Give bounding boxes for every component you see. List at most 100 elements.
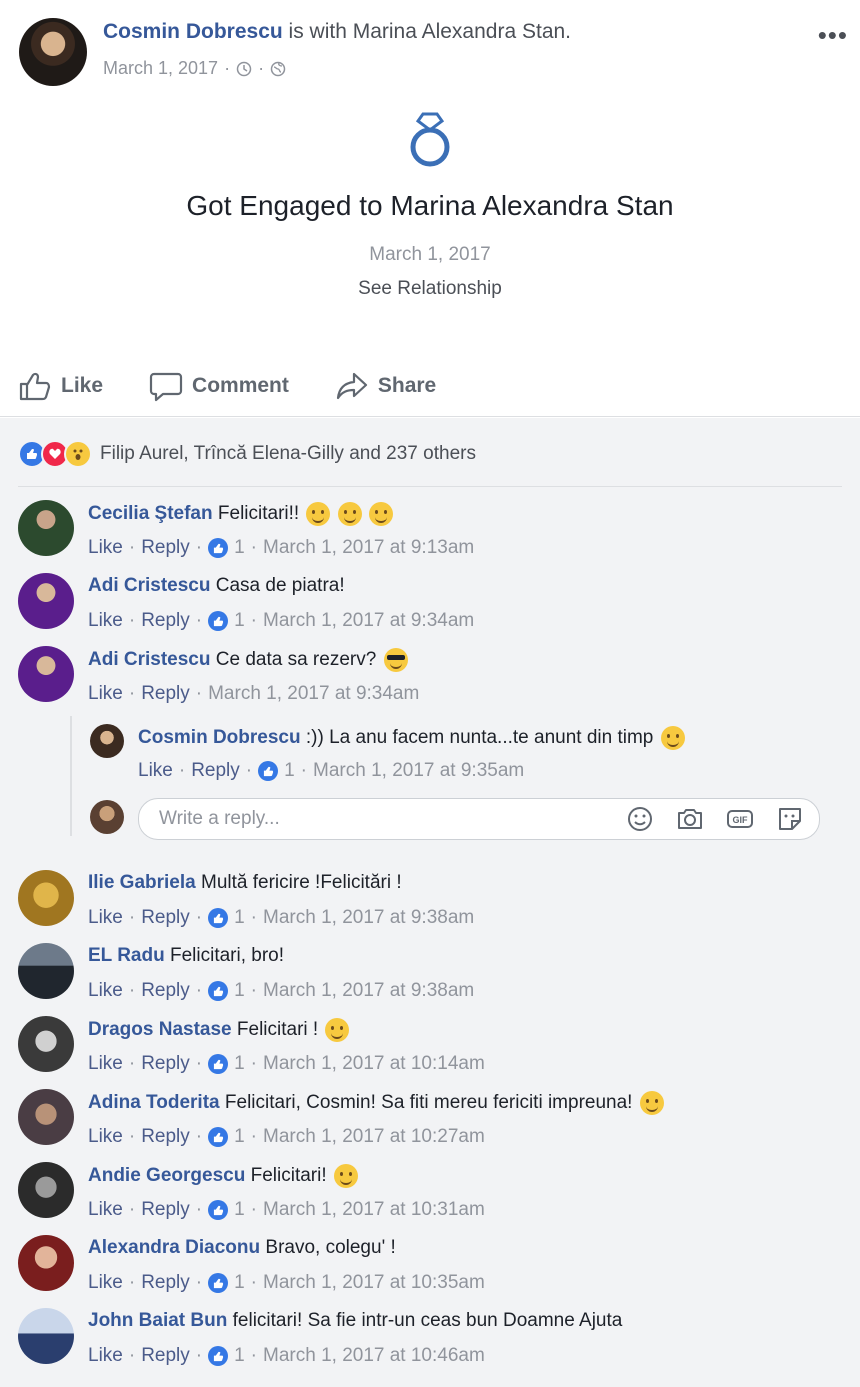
comment-like-link[interactable]: Like (88, 1053, 123, 1075)
camera-icon[interactable] (675, 805, 705, 833)
emoji-icon[interactable] (625, 805, 655, 833)
avatar[interactable] (18, 870, 74, 926)
like-count[interactable]: 1 (234, 1126, 245, 1148)
see-relationship-link[interactable]: See Relationship (358, 278, 502, 300)
comment-reply-link[interactable]: Reply (141, 1126, 190, 1148)
commenter-name[interactable]: Cecilia Ştefan (88, 503, 213, 524)
comment-reply-link[interactable]: Reply (141, 1199, 190, 1221)
comment-time[interactable]: March 1, 2017 at 9:38am (263, 980, 474, 1002)
comment-reply-link[interactable]: Reply (141, 980, 190, 1002)
like-count[interactable]: 1 (234, 537, 245, 559)
comment-text: Multă fericire !Felicitări ! (201, 872, 402, 893)
author-avatar[interactable] (19, 18, 87, 86)
with-text: is with (282, 20, 353, 43)
commenter-name[interactable]: Adina Toderita (88, 1092, 220, 1113)
comment-reply-link[interactable]: Reply (141, 537, 190, 559)
comment-time[interactable]: March 1, 2017 at 10:46am (263, 1345, 485, 1367)
avatar[interactable] (90, 724, 124, 758)
commenter-name[interactable]: Adi Cristescu (88, 649, 210, 670)
commenter-name[interactable]: Andie Georgescu (88, 1165, 245, 1186)
meta-separator: · (300, 760, 307, 781)
comment-time[interactable]: March 1, 2017 at 10:35am (263, 1272, 485, 1294)
avatar[interactable] (18, 943, 74, 999)
avatar[interactable] (18, 573, 74, 629)
comment-like-link[interactable]: Like (88, 1345, 123, 1367)
comment-reply-link[interactable]: Reply (191, 760, 240, 782)
meta-separator: · (128, 1345, 136, 1366)
clock-icon (236, 61, 252, 76)
like-count[interactable]: 1 (234, 1272, 245, 1294)
comment-time[interactable]: March 1, 2017 at 9:38am (263, 907, 474, 929)
tagged-person[interactable]: Marina Alexandra Stan. (353, 20, 571, 43)
avatar[interactable] (18, 500, 74, 556)
commenter-name[interactable]: Alexandra Diaconu (88, 1237, 260, 1258)
like-count[interactable]: 1 (234, 1199, 245, 1221)
comment-item: Adina Toderita Felicitari, Cosmin! Sa fi… (18, 1089, 858, 1159)
commenter-name[interactable]: Cosmin Dobrescu (138, 727, 301, 748)
comment-time[interactable]: March 1, 2017 at 9:34am (208, 683, 419, 705)
write-reply-input[interactable] (157, 807, 601, 831)
commenter-name[interactable]: John Baiat Bun (88, 1310, 227, 1331)
author-name[interactable]: Cosmin Dobrescu (103, 20, 283, 43)
comment-time[interactable]: March 1, 2017 at 9:34am (263, 610, 474, 632)
post-date[interactable]: March 1, 2017 (103, 58, 218, 79)
avatar[interactable] (18, 1235, 74, 1291)
like-count[interactable]: 1 (234, 1345, 245, 1367)
gif-icon[interactable]: GIF (725, 805, 755, 833)
comment-item: Cecilia Ştefan Felicitari!! Like · Reply · 1… (18, 500, 858, 570)
avatar[interactable] (18, 1308, 74, 1364)
comment-reply-link[interactable]: Reply (141, 1053, 190, 1075)
comment-time[interactable]: March 1, 2017 at 10:27am (263, 1126, 485, 1148)
comment-reply-link[interactable]: Reply (141, 1345, 190, 1367)
commenter-name[interactable]: EL Radu (88, 945, 165, 966)
comment-like-link[interactable]: Like (88, 1126, 123, 1148)
like-count[interactable]: 1 (234, 1053, 245, 1075)
like-count-icon (208, 1054, 229, 1074)
like-count[interactable]: 1 (284, 760, 295, 782)
comment-time[interactable]: March 1, 2017 at 9:35am (313, 760, 524, 782)
like-count[interactable]: 1 (234, 907, 245, 929)
more-options-icon[interactable]: ••• (818, 20, 848, 51)
like-count-icon (208, 981, 229, 1001)
comment-like-link[interactable]: Like (88, 610, 123, 632)
comment-reply-link[interactable]: Reply (141, 610, 190, 632)
svg-text:GIF: GIF (733, 815, 749, 825)
comment-reply-link[interactable]: Reply (141, 1272, 190, 1294)
comment-text: Felicitari ! (236, 1019, 319, 1041)
commenter-name[interactable]: Adi Cristescu (88, 575, 210, 596)
meta-separator: · (250, 1126, 257, 1147)
comment-time[interactable]: March 1, 2017 at 10:31am (263, 1199, 485, 1221)
comment-like-link[interactable]: Like (88, 980, 123, 1002)
like-count[interactable]: 1 (234, 980, 245, 1002)
comment-reply-link[interactable]: Reply (141, 683, 190, 705)
commenter-name[interactable]: Ilie Gabriela (88, 872, 196, 893)
avatar[interactable] (18, 1162, 74, 1218)
comment-meta: Like · Reply · 1 · March 1, 2017 at 10:14am (88, 1053, 485, 1075)
share-button[interactable]: Share (335, 370, 436, 402)
comment-text-line: Alexandra Diaconu Bravo, colegu' ! (88, 1237, 396, 1259)
comment-like-link[interactable]: Like (138, 760, 173, 782)
comment-meta: Like · Reply · 1 · March 1, 2017 at 9:35… (138, 760, 524, 782)
avatar[interactable] (18, 646, 74, 702)
comment-time[interactable]: March 1, 2017 at 9:13am (263, 537, 474, 559)
avatar[interactable] (18, 1089, 74, 1145)
post-meta: March 1, 2017 · · (103, 58, 286, 79)
comment-reply-link[interactable]: Reply (141, 907, 190, 929)
happy-emoji-icon (337, 502, 362, 526)
comment-button[interactable]: Comment (149, 370, 289, 402)
comment-like-link[interactable]: Like (88, 907, 123, 929)
like-button[interactable]: Like (18, 370, 103, 402)
comment-time[interactable]: March 1, 2017 at 10:14am (263, 1053, 485, 1075)
like-count[interactable]: 1 (234, 610, 245, 632)
post-action-bar: Like Comment Share (0, 356, 860, 417)
avatar[interactable] (18, 1016, 74, 1072)
reactions-summary[interactable]: Filip Aurel, Trîncă Elena-Gilly and 237 … (18, 440, 476, 468)
comment-like-link[interactable]: Like (88, 1199, 123, 1221)
sticker-icon[interactable] (775, 805, 805, 833)
share-arrow-icon (336, 372, 367, 400)
comment-like-link[interactable]: Like (88, 683, 123, 705)
commenter-name[interactable]: Dragos Nastase (88, 1019, 232, 1040)
comment-like-link[interactable]: Like (88, 1272, 123, 1294)
comment-like-link[interactable]: Like (88, 537, 123, 559)
globe-icon[interactable] (270, 61, 286, 77)
